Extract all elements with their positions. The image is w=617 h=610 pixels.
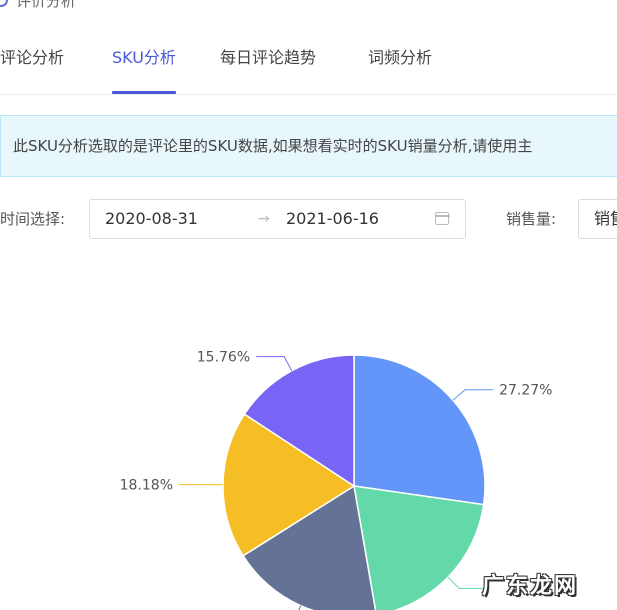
calendar-icon[interactable]	[434, 212, 450, 225]
metric-select-value: 销售量	[594, 209, 617, 228]
metric-label: 销售量:	[506, 210, 557, 228]
date-range-picker[interactable]: 2020-08-31 → 2021-06-16	[89, 199, 466, 239]
end-date-input[interactable]: 2021-06-16	[286, 200, 379, 238]
breadcrumb: 评价分析	[0, 0, 76, 10]
pie-leader-line	[256, 356, 293, 371]
tab-sku-analysis[interactable]: SKU分析	[112, 36, 176, 94]
tab-comment-analysis[interactable]: 评论分析	[0, 36, 64, 94]
time-label: 时间选择:	[0, 210, 66, 228]
pie-slice-label: 18.18%	[120, 478, 173, 494]
filter-row: 时间选择: 2020-08-31 → 2021-06-16 销售量: 销售量	[0, 199, 617, 239]
sku-pie-chart: 27.27%18.79%18.18%15.76%	[120, 350, 552, 610]
circle-icon	[0, 0, 8, 7]
tab-daily-trend[interactable]: 每日评论趋势	[220, 36, 316, 94]
pie-slice[interactable]	[353, 354, 486, 506]
watermark-logo: 广东龙网	[482, 574, 579, 599]
breadcrumb-label: 评价分析	[16, 0, 77, 10]
pie-slice-label: 27.27%	[499, 383, 552, 399]
tab-word-frequency[interactable]: 词频分析	[368, 36, 432, 94]
metric-select[interactable]: 销售量	[578, 199, 617, 239]
pie-slice-label: 15.76%	[197, 350, 250, 366]
arrow-right-icon: →	[258, 211, 270, 227]
pie-slice[interactable]	[353, 485, 485, 610]
tab-bar: 评论分析 SKU分析 每日评论趋势 词频分析	[0, 36, 617, 95]
pie-leader-line	[452, 389, 494, 401]
start-date-input[interactable]: 2020-08-31	[105, 200, 198, 238]
pie-leader-line	[298, 605, 302, 610]
info-notice: 此SKU分析选取的是评论里的SKU数据,如果想看实时的SKU销量分析,请使用主	[0, 115, 617, 177]
